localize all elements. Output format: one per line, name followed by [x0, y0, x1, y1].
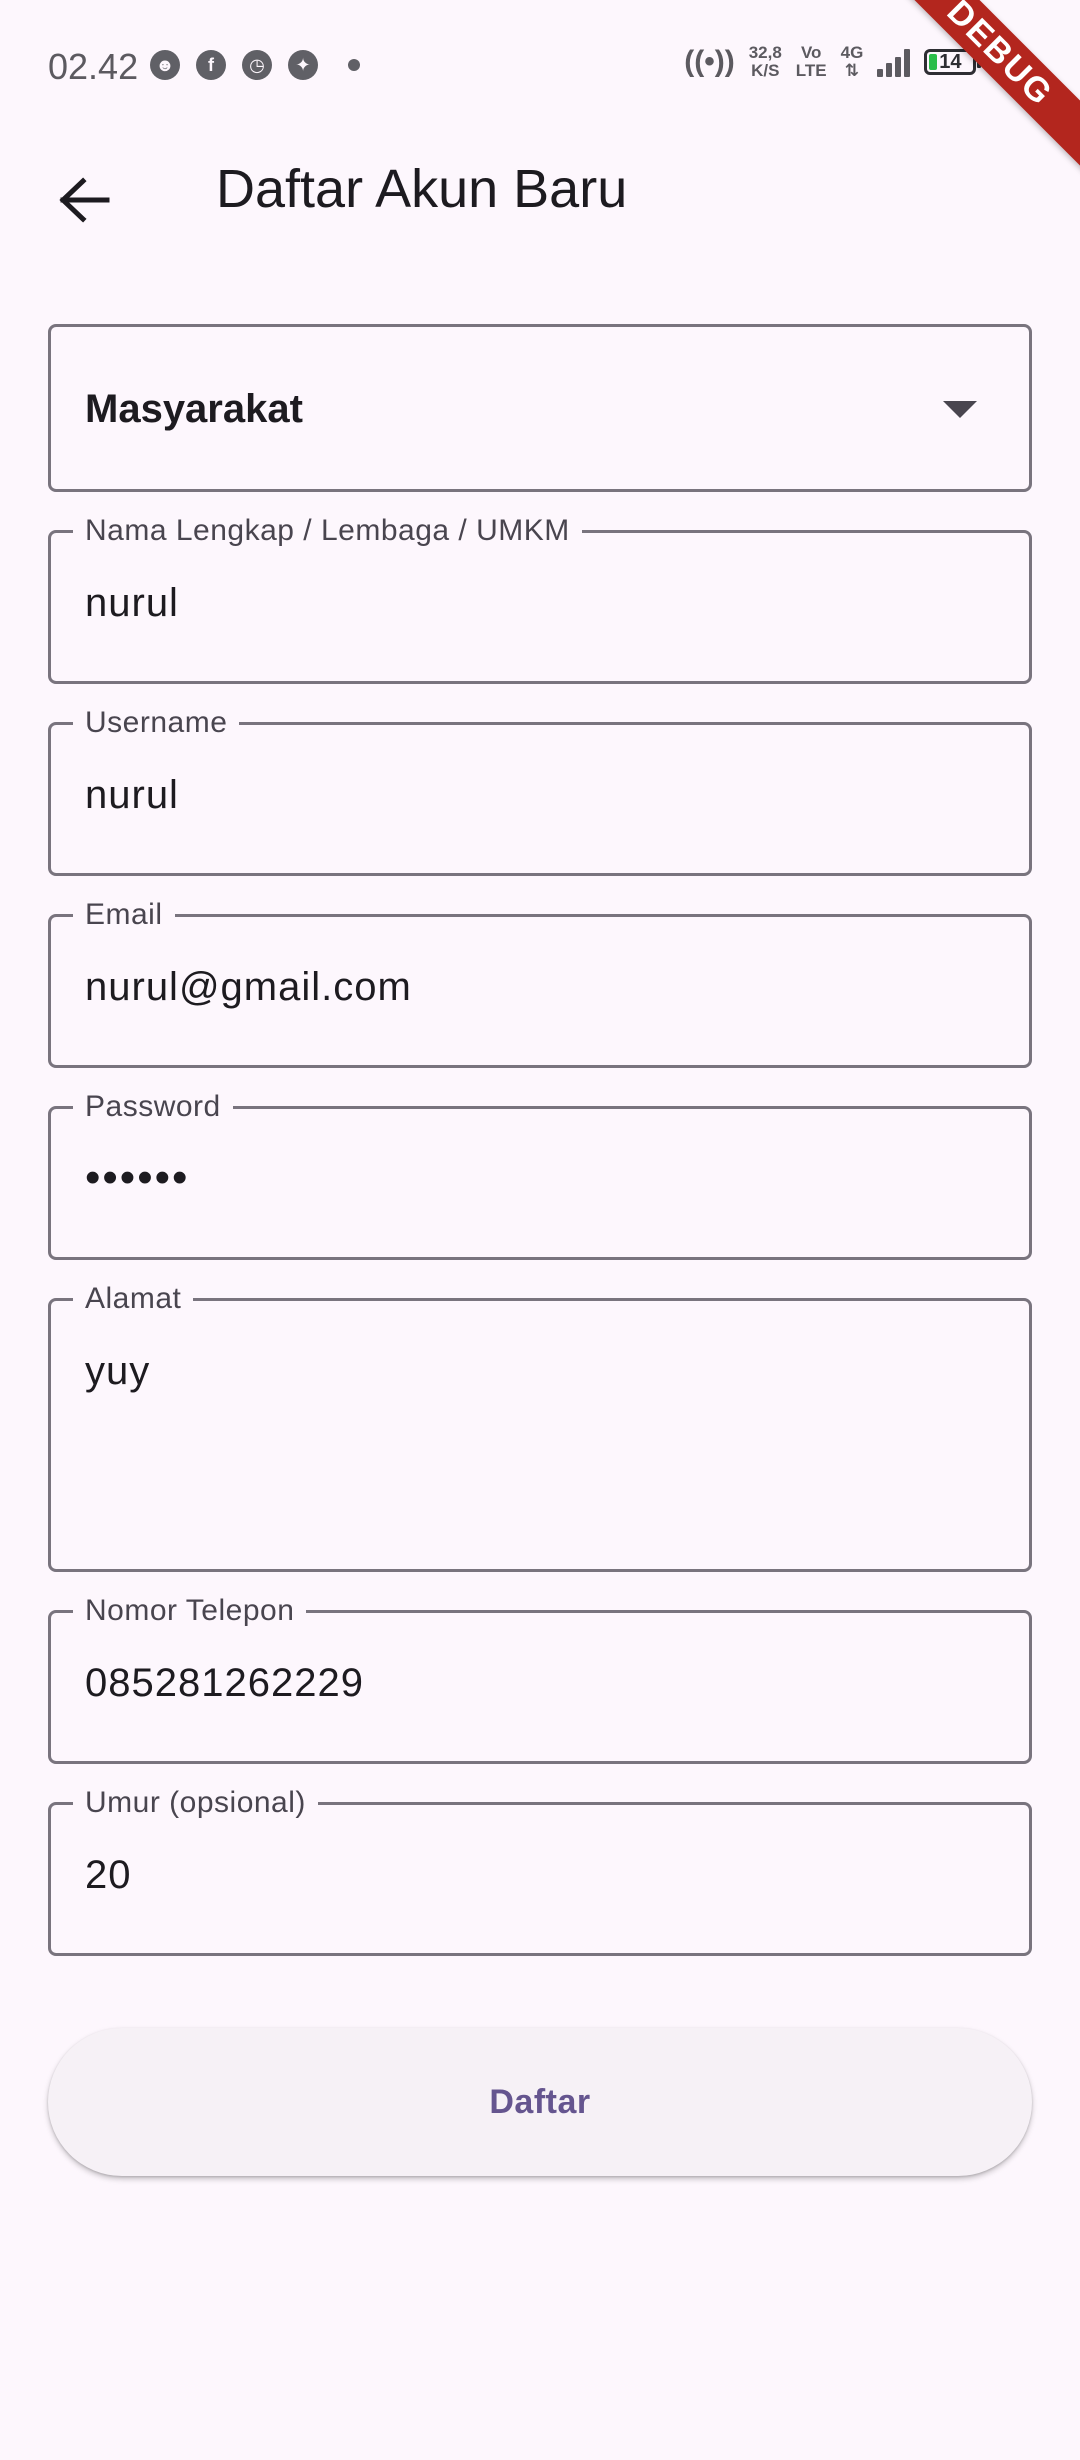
volte-top: Vo: [800, 43, 822, 62]
role-dropdown[interactable]: Masyarakat: [48, 324, 1032, 492]
full-name-value: nurul: [85, 581, 179, 625]
username-field[interactable]: Username nurul: [48, 705, 1032, 876]
email-field[interactable]: Email nurul@gmail.com: [48, 897, 1032, 1068]
facebook-icon: f: [196, 50, 226, 80]
arrow-back-icon: [59, 177, 110, 223]
app-notification-icon: ☻: [150, 50, 180, 80]
phone-label: Nomor Telepon: [73, 1593, 307, 1629]
role-dropdown-value: Masyarakat: [85, 387, 303, 431]
register-button-label: Daftar: [489, 2082, 591, 2121]
network-speed: 32,8 K/S: [749, 44, 782, 80]
full-name-label: Nama Lengkap / Lembaga / UMKM: [73, 513, 582, 549]
username-label: Username: [73, 705, 240, 741]
more-notifications-icon: [348, 59, 360, 71]
dropdown-arrow-icon: [943, 401, 977, 418]
network-type: 4G ⇅: [840, 43, 864, 80]
phone-field[interactable]: Nomor Telepon 085281262229: [48, 1593, 1032, 1764]
age-label: Umur (opsional): [73, 1785, 318, 1821]
full-name-field[interactable]: Nama Lengkap / Lembaga / UMKM nurul: [48, 513, 1032, 684]
app-bar: Daftar Akun Baru: [0, 130, 1080, 250]
address-label: Alamat: [73, 1281, 194, 1317]
username-value: nurul: [85, 773, 179, 817]
timer-icon: ◷: [242, 50, 272, 80]
register-button[interactable]: Daftar: [48, 2028, 1032, 2176]
system-icons: ((•)) 32,8 K/S Vo LTE 4G ⇅ 14 ⚡: [684, 44, 1010, 80]
volte-bottom: LTE: [795, 61, 827, 80]
network-type-label: 4G: [840, 43, 864, 62]
soccer-ball-icon: ✦: [288, 50, 318, 80]
signal-icon: [877, 47, 911, 77]
status-bar: 02.42 ☻ f ◷ ✦ ((•)) 32,8 K/S Vo LTE 4G ⇅…: [0, 0, 1080, 130]
address-value: yuy: [85, 1349, 151, 1393]
volte-indicator: Vo LTE: [796, 44, 827, 80]
battery-level: 14: [939, 50, 962, 73]
network-speed-value: 32,8: [748, 43, 782, 62]
password-value: ••••••: [85, 1153, 190, 1202]
address-field[interactable]: Alamat yuy: [48, 1281, 1032, 1572]
network-speed-unit: K/S: [751, 61, 780, 80]
notification-icons: ☻ f ◷ ✦: [150, 50, 360, 80]
email-label: Email: [73, 897, 175, 933]
phone-value: 085281262229: [85, 1661, 364, 1705]
password-field[interactable]: Password ••••••: [48, 1089, 1032, 1260]
hotspot-icon: ((•)): [684, 45, 735, 78]
age-value: 20: [85, 1853, 132, 1897]
status-time: 02.42: [48, 46, 139, 87]
password-label: Password: [73, 1089, 233, 1125]
age-field[interactable]: Umur (opsional) 20: [48, 1785, 1032, 1956]
back-button[interactable]: [44, 160, 124, 240]
email-value: nurul@gmail.com: [85, 965, 412, 1009]
page-title: Daftar Akun Baru: [216, 159, 628, 219]
